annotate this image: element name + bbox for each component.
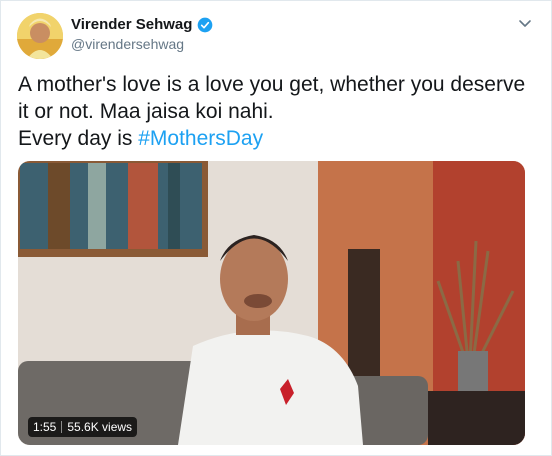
tweet-card[interactable]: Virender Sehwag @virendersehwag A mother… <box>0 0 552 456</box>
tweet-text-line-3: Every day is #MothersDay <box>18 125 538 152</box>
tweet-text-line-1: A mother's love is a love you get, wheth… <box>18 73 526 96</box>
tweet-text: A mother's love is a love you get, wheth… <box>18 71 538 152</box>
video-thumbnail <box>18 161 525 445</box>
display-name[interactable]: Virender Sehwag <box>71 16 213 33</box>
video-player[interactable]: 1:55 55.6K views <box>18 161 525 445</box>
display-name-text[interactable]: Virender Sehwag <box>71 16 192 33</box>
chevron-down-icon[interactable] <box>517 15 533 31</box>
video-stats-badge: 1:55 55.6K views <box>28 417 138 437</box>
video-duration: 1:55 <box>33 420 57 434</box>
video-views: 55.6K views <box>67 420 133 434</box>
tweet-text-line-2: it or not. Maa jaisa koi nahi. <box>18 100 274 123</box>
verified-badge-icon <box>198 17 213 32</box>
tweet-text-prefix: Every day is <box>18 127 139 150</box>
hashtag-link[interactable]: #MothersDay <box>138 127 263 150</box>
avatar[interactable] <box>17 13 63 59</box>
user-handle[interactable]: @virendersehwag <box>71 36 184 52</box>
